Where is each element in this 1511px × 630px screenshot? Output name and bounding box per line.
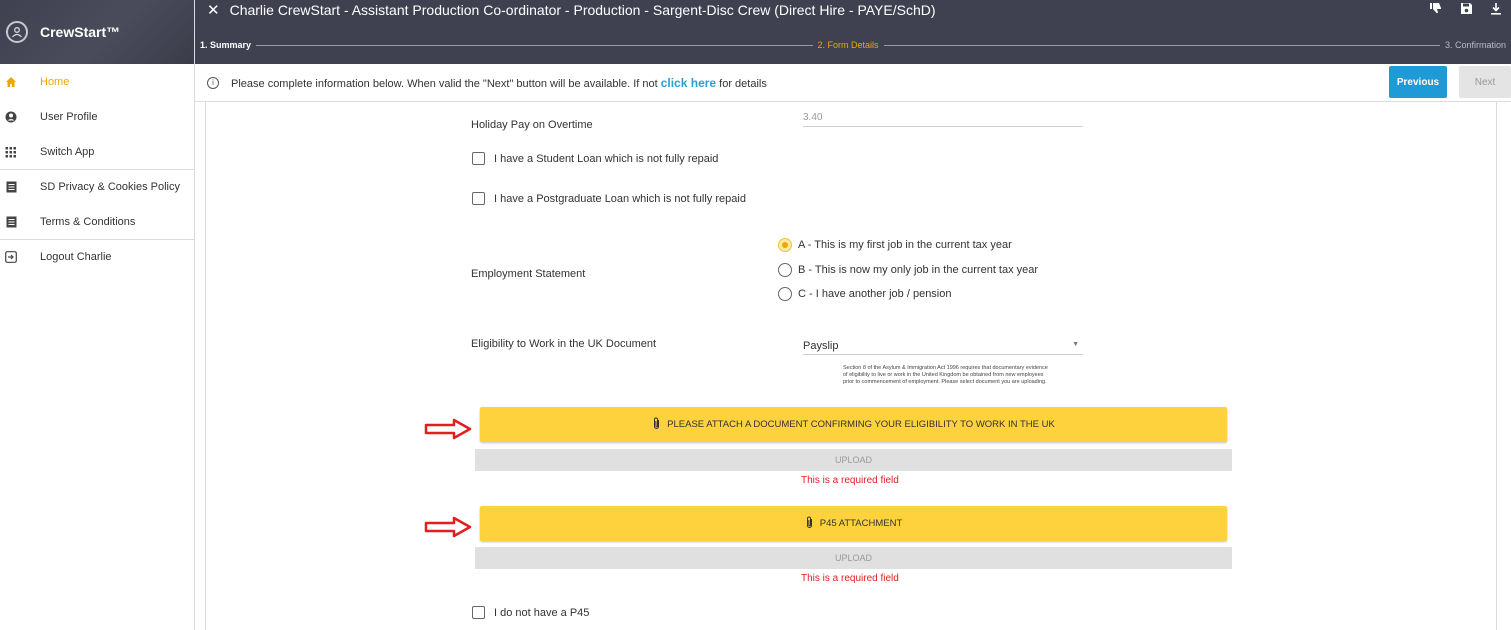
stepper: 1. Summary 2. Form Details 3. Confirmati… bbox=[195, 36, 1511, 54]
info-bar: i Please complete information below. Whe… bbox=[195, 64, 1511, 102]
sidebar: CrewStart™ Home User Profile Switch App … bbox=[0, 0, 195, 630]
student-loan-checkbox[interactable] bbox=[472, 152, 485, 165]
attach-eligibility-button[interactable]: PLEASE ATTACH A DOCUMENT CONFIRMING YOUR… bbox=[480, 407, 1227, 442]
info-icon: i bbox=[207, 76, 219, 89]
scrollbar[interactable] bbox=[1497, 102, 1511, 630]
annotation-arrow-icon bbox=[424, 516, 472, 538]
info-message-text: Please complete information below. When … bbox=[231, 77, 658, 90]
sidebar-item-terms[interactable]: Terms & Conditions bbox=[0, 204, 194, 239]
student-loan-label: I have a Student Loan which is not fully… bbox=[494, 153, 719, 165]
page-title: Charlie CrewStart - Assistant Production… bbox=[229, 2, 936, 18]
step-divider bbox=[883, 44, 1440, 46]
employment-option-a-radio[interactable] bbox=[778, 238, 792, 252]
employment-statement-label: Employment Statement bbox=[471, 268, 586, 280]
grid-icon bbox=[4, 145, 18, 159]
document-icon bbox=[4, 180, 18, 194]
sidebar-item-label: User Profile bbox=[40, 110, 98, 123]
step-summary[interactable]: 1. Summary bbox=[195, 40, 256, 50]
paperclip-icon bbox=[652, 417, 661, 433]
postgrad-loan-label: I have a Postgraduate Loan which is not … bbox=[494, 193, 746, 205]
thumbs-down-icon[interactable] bbox=[1421, 0, 1451, 20]
title-row: ✕ Charlie CrewStart - Assistant Producti… bbox=[195, 0, 1511, 20]
info-message: Please complete information below. When … bbox=[231, 76, 767, 90]
attach-eligibility-label: PLEASE ATTACH A DOCUMENT CONFIRMING YOUR… bbox=[667, 419, 1055, 430]
previous-button[interactable]: Previous bbox=[1389, 66, 1447, 98]
sidebar-item-label: Logout Charlie bbox=[40, 251, 112, 263]
employment-option-b-label: B - This is now my only job in the curre… bbox=[798, 264, 1039, 276]
sidebar-item-user-profile[interactable]: User Profile bbox=[0, 99, 194, 134]
info-message-suffix: for details bbox=[719, 77, 767, 90]
holiday-pay-field[interactable]: 3.40 bbox=[803, 112, 822, 123]
logout-icon bbox=[4, 250, 18, 264]
eligibility-select-underline bbox=[803, 354, 1083, 355]
sidebar-item-label: Switch App bbox=[40, 145, 95, 158]
form-content: Holiday Pay on Overtime 3.40 I have a St… bbox=[205, 102, 1497, 630]
details-link[interactable]: click here bbox=[661, 76, 716, 90]
document-icon bbox=[4, 215, 18, 229]
eligibility-required-error: This is a required field bbox=[801, 475, 899, 486]
home-icon bbox=[4, 75, 18, 89]
brand-name: CrewStart™ bbox=[40, 24, 121, 40]
sidebar-item-label: Terms & Conditions bbox=[40, 215, 136, 228]
eligibility-select-value: Payslip bbox=[803, 340, 839, 352]
chevron-down-icon: ▼ bbox=[1072, 341, 1079, 348]
sidebar-item-home[interactable]: Home bbox=[0, 64, 194, 99]
save-icon[interactable] bbox=[1451, 0, 1481, 20]
download-icon[interactable] bbox=[1481, 0, 1511, 20]
header-actions bbox=[1421, 0, 1511, 20]
employment-option-c-radio[interactable] bbox=[778, 287, 792, 301]
sidebar-item-label: Home bbox=[40, 75, 70, 88]
p45-required-error: This is a required field bbox=[801, 573, 899, 584]
step-divider bbox=[256, 44, 813, 46]
header: ✕ Charlie CrewStart - Assistant Producti… bbox=[195, 0, 1511, 64]
crewstart-logo-icon bbox=[6, 21, 28, 43]
holiday-pay-label: Holiday Pay on Overtime bbox=[471, 119, 593, 131]
holiday-pay-underline bbox=[803, 126, 1083, 127]
employment-option-b-radio[interactable] bbox=[778, 263, 792, 277]
employment-option-a-label: A - This is my first job in the current … bbox=[798, 239, 1012, 251]
upload-p45-button[interactable]: UPLOAD bbox=[475, 547, 1232, 569]
attach-p45-label: P45 ATTACHMENT bbox=[819, 518, 903, 529]
sidebar-item-privacy-policy[interactable]: SD Privacy & Cookies Policy bbox=[0, 169, 194, 204]
paperclip-icon bbox=[805, 516, 814, 532]
step-form-details[interactable]: 2. Form Details bbox=[813, 40, 884, 50]
sidebar-item-switch-app[interactable]: Switch App bbox=[0, 134, 194, 169]
sidebar-item-label: SD Privacy & Cookies Policy bbox=[40, 181, 180, 193]
user-icon bbox=[4, 110, 18, 124]
close-icon[interactable]: ✕ bbox=[207, 1, 220, 19]
attach-p45-button[interactable]: P45 ATTACHMENT bbox=[480, 506, 1227, 541]
eligibility-label: Eligibility to Work in the UK Document bbox=[471, 338, 657, 350]
postgrad-loan-checkbox[interactable] bbox=[472, 192, 485, 205]
upload-eligibility-button[interactable]: UPLOAD bbox=[475, 449, 1232, 471]
sidebar-nav: Home User Profile Switch App SD Privacy … bbox=[0, 64, 194, 274]
step-confirmation[interactable]: 3. Confirmation bbox=[1440, 40, 1511, 50]
employment-option-c-label: C - I have another job / pension bbox=[798, 288, 952, 300]
brand-bar: CrewStart™ bbox=[0, 0, 194, 64]
no-p45-checkbox[interactable] bbox=[472, 606, 485, 619]
eligibility-note: Section 8 of the Asylum & Immigration Ac… bbox=[843, 365, 1048, 385]
annotation-arrow-icon bbox=[424, 418, 472, 440]
next-button[interactable]: Next bbox=[1459, 66, 1511, 98]
no-p45-label: I do not have a P45 bbox=[494, 607, 590, 619]
eligibility-select[interactable]: Payslip ▼ bbox=[803, 338, 1083, 354]
sidebar-item-logout[interactable]: Logout Charlie bbox=[0, 239, 194, 274]
